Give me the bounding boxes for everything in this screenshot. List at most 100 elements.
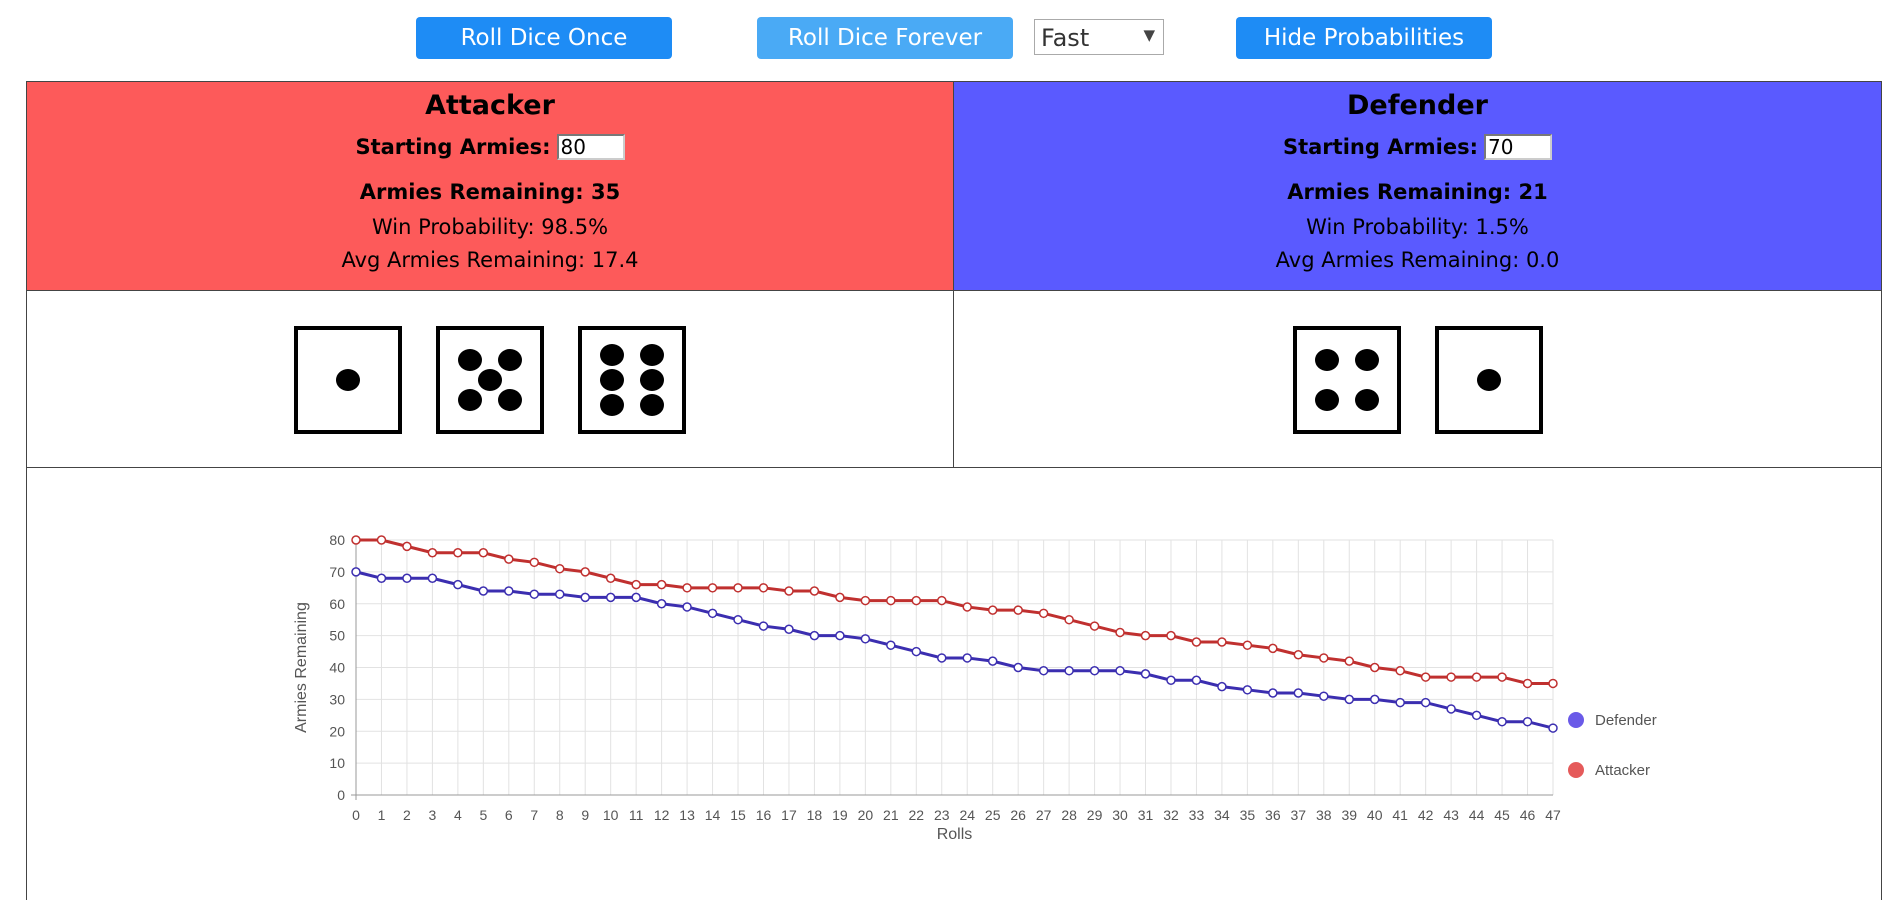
die-pip bbox=[600, 369, 624, 391]
data-point-attacker bbox=[1471, 672, 1482, 682]
attacker-win-probability: Win Probability: 98.5% bbox=[371, 215, 609, 239]
x-tick-label: 18 bbox=[807, 807, 823, 823]
data-point-defender bbox=[453, 579, 463, 590]
y-tick-label: 10 bbox=[329, 755, 345, 771]
die-pip bbox=[1355, 349, 1379, 371]
data-point-defender bbox=[1319, 691, 1329, 701]
data-point-defender bbox=[1471, 710, 1482, 721]
defender-die-1 bbox=[1435, 326, 1543, 434]
x-tick-label: 44 bbox=[1469, 807, 1485, 823]
defender-dice-area bbox=[953, 290, 1882, 468]
data-point-defender bbox=[1293, 688, 1304, 698]
armies-chart-panel: 0 10 20 30 40 50 60 70 80 0 1 2 3 4 5 6 7 8 9 10 11 12 13 14 15 1… bbox=[26, 467, 1882, 900]
data-point-attacker bbox=[1166, 630, 1176, 641]
data-point-attacker bbox=[504, 554, 514, 564]
x-tick-label: 31 bbox=[1138, 807, 1154, 823]
die-pip bbox=[640, 369, 664, 391]
roll-forever-button[interactable]: Roll Dice Forever bbox=[757, 17, 1013, 59]
x-tick-label: 41 bbox=[1392, 807, 1408, 823]
x-tick-label: 32 bbox=[1163, 807, 1179, 823]
data-point-attacker bbox=[1140, 630, 1151, 641]
data-point-defender bbox=[809, 630, 820, 641]
toggle-probabilities-button[interactable]: Hide Probabilities bbox=[1236, 17, 1492, 59]
x-tick-label: 25 bbox=[985, 807, 1001, 823]
data-point-defender bbox=[1548, 723, 1558, 733]
data-point-defender bbox=[1217, 681, 1227, 692]
data-point-defender bbox=[1013, 662, 1023, 673]
data-point-attacker bbox=[758, 583, 769, 593]
data-point-defender bbox=[758, 621, 769, 631]
data-point-defender bbox=[656, 599, 667, 609]
y-tick-label: 50 bbox=[329, 628, 345, 644]
x-tick-label: 10 bbox=[603, 807, 619, 823]
data-point-attacker bbox=[478, 548, 489, 558]
x-tick-label: 36 bbox=[1265, 807, 1281, 823]
defender-starting-input[interactable] bbox=[1484, 134, 1553, 160]
data-point-attacker bbox=[809, 586, 820, 596]
x-tick-label: 15 bbox=[730, 807, 746, 823]
data-point-attacker bbox=[554, 563, 565, 574]
y-tick-label: 40 bbox=[329, 660, 345, 676]
x-tick-label: 17 bbox=[781, 807, 797, 823]
data-point-defender bbox=[682, 602, 692, 612]
x-tick-label: 12 bbox=[654, 807, 670, 823]
legend-label-defender: Defender bbox=[1595, 712, 1657, 729]
data-point-attacker bbox=[376, 535, 387, 545]
data-point-defender bbox=[1140, 669, 1151, 679]
x-tick-label: 11 bbox=[629, 807, 644, 823]
data-point-defender bbox=[1395, 697, 1405, 708]
data-point-attacker bbox=[886, 595, 896, 606]
data-point-defender bbox=[1497, 716, 1507, 727]
data-point-defender bbox=[1242, 685, 1253, 695]
data-point-defender bbox=[1268, 688, 1278, 698]
x-tick-label: 43 bbox=[1443, 807, 1459, 823]
x-tick-label: 2 bbox=[403, 807, 411, 823]
speed-select[interactable]: Fast ▼ bbox=[1034, 19, 1164, 55]
x-tick-label: 23 bbox=[934, 807, 950, 823]
x-tick-label: 42 bbox=[1418, 807, 1434, 823]
x-tick-label: 26 bbox=[1010, 807, 1026, 823]
data-point-defender bbox=[554, 589, 565, 599]
x-tick-label: 29 bbox=[1087, 807, 1103, 823]
y-tick-label: 20 bbox=[329, 723, 345, 739]
data-point-attacker bbox=[427, 548, 438, 558]
x-tick-label: 27 bbox=[1036, 807, 1052, 823]
data-point-defender bbox=[427, 573, 438, 583]
data-point-defender bbox=[1369, 694, 1380, 705]
x-tick-label: 7 bbox=[530, 807, 538, 823]
attacker-starting-input[interactable] bbox=[556, 134, 625, 160]
roll-once-button[interactable]: Roll Dice Once bbox=[416, 17, 672, 59]
data-point-defender bbox=[1115, 665, 1125, 676]
x-tick-label: 14 bbox=[705, 807, 721, 823]
attacker-starting-label: Starting Armies: bbox=[355, 135, 551, 159]
die-pip bbox=[600, 394, 624, 416]
data-point-attacker bbox=[682, 583, 692, 593]
data-point-attacker bbox=[1395, 665, 1405, 676]
x-tick-label: 38 bbox=[1316, 807, 1332, 823]
speed-select-value: Fast bbox=[1041, 24, 1090, 52]
data-point-defender bbox=[886, 640, 896, 650]
die-pip bbox=[498, 349, 522, 371]
data-point-attacker bbox=[962, 602, 972, 612]
data-point-attacker bbox=[1013, 605, 1023, 615]
y-tick-label: 70 bbox=[329, 564, 345, 580]
data-point-attacker bbox=[1115, 627, 1125, 638]
x-tick-label: 30 bbox=[1112, 807, 1128, 823]
data-point-attacker bbox=[937, 595, 947, 606]
defender-avg-remaining: Avg Armies Remaining: 0.0 bbox=[1275, 248, 1560, 272]
defender-win-probability: Win Probability: 1.5% bbox=[1306, 215, 1529, 239]
die-pip bbox=[640, 344, 664, 366]
data-point-defender bbox=[1064, 665, 1074, 676]
chevron-down-icon: ▼ bbox=[1143, 26, 1155, 44]
defender-armies-remaining: Armies Remaining: 21 bbox=[1287, 180, 1548, 204]
data-point-attacker bbox=[1344, 656, 1355, 666]
die-pip bbox=[478, 369, 502, 391]
data-point-defender bbox=[1038, 665, 1049, 676]
data-point-defender bbox=[962, 653, 972, 663]
data-point-attacker bbox=[1191, 637, 1202, 647]
attacker-avg-remaining: Avg Armies Remaining: 17.4 bbox=[341, 248, 639, 272]
data-point-attacker bbox=[656, 579, 667, 590]
data-point-attacker bbox=[987, 605, 998, 615]
data-point-attacker bbox=[1064, 614, 1074, 625]
x-tick-label: 19 bbox=[832, 807, 848, 823]
